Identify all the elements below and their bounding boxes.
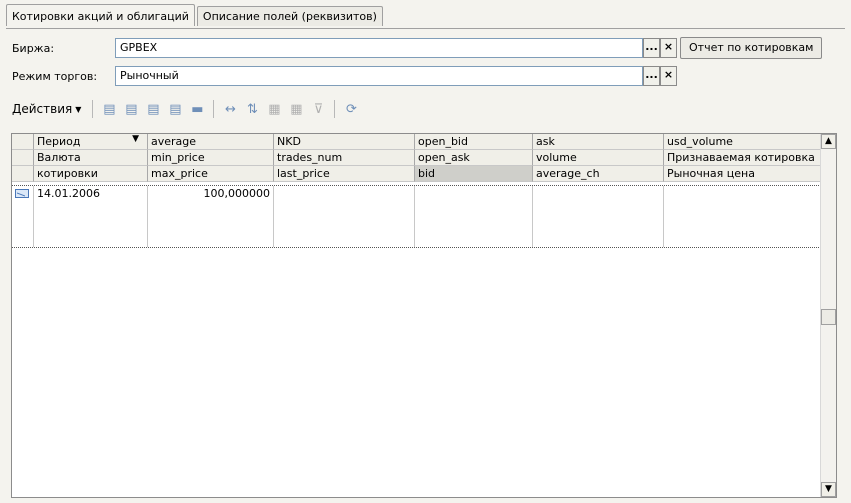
fit-width-icon[interactable]: ↔ bbox=[221, 100, 239, 118]
table-row[interactable]: 14.01.2006 100,000000 bbox=[12, 185, 823, 248]
column-header[interactable]: last_price bbox=[274, 166, 415, 182]
table-header-row: Период ▼ average NKD open_bid ask usd_vol… bbox=[12, 134, 823, 150]
scroll-down-icon[interactable]: ▼ bbox=[821, 482, 836, 497]
quotes-report-button[interactable]: Отчет по котировкам bbox=[680, 37, 823, 59]
dropdown-arrow-icon: ▼ bbox=[75, 104, 82, 114]
table-header-row: котировки max_price last_price bid avera… bbox=[12, 166, 823, 182]
sort-down-icon: ▼ bbox=[132, 134, 139, 144]
column-header[interactable]: open_bid bbox=[415, 134, 533, 150]
column-header[interactable]: trades_num bbox=[274, 150, 415, 166]
edit-row-icon[interactable]: ▤ bbox=[144, 100, 162, 118]
column-header[interactable]: Признаваемая котировка bbox=[664, 150, 823, 166]
cell-nkd[interactable] bbox=[274, 186, 415, 247]
trading-mode-clear-button[interactable]: × bbox=[660, 66, 677, 86]
filter-by-value-icon[interactable]: ▦ bbox=[287, 100, 305, 118]
actions-menu-button[interactable]: Действия ▼ bbox=[12, 102, 81, 116]
trading-mode-field[interactable]: Рыночный bbox=[115, 66, 643, 86]
toolbar-separator bbox=[92, 100, 94, 118]
column-header[interactable]: котировки bbox=[34, 166, 148, 182]
scroll-up-icon[interactable]: ▲ bbox=[821, 134, 836, 149]
toolbar-separator bbox=[334, 100, 336, 118]
column-header[interactable]: volume bbox=[533, 150, 664, 166]
column-header[interactable]: Валюта bbox=[34, 150, 148, 166]
column-header[interactable]: Период ▼ bbox=[34, 134, 148, 150]
column-header[interactable]: max_price bbox=[148, 166, 274, 182]
column-header[interactable]: usd_volume bbox=[664, 134, 823, 150]
column-header[interactable]: NKD bbox=[274, 134, 415, 150]
cell-usd-volume[interactable] bbox=[664, 186, 823, 247]
quotes-table[interactable]: Период ▼ average NKD open_bid ask usd_vol… bbox=[11, 133, 837, 498]
row-marker bbox=[12, 186, 34, 247]
column-header[interactable]: min_price bbox=[148, 150, 274, 166]
exchange-clear-button[interactable]: × bbox=[660, 38, 677, 58]
header-gutter bbox=[12, 134, 34, 150]
end-edit-icon[interactable]: ▬ bbox=[188, 100, 206, 118]
clear-filter-icon[interactable]: ⊽ bbox=[309, 100, 327, 118]
cell-open-bid[interactable] bbox=[415, 186, 533, 247]
table-header-row: Валюта min_price trades_num open_ask vol… bbox=[12, 150, 823, 166]
delete-row-icon[interactable]: ▤ bbox=[166, 100, 184, 118]
column-header[interactable]: Рыночная цена bbox=[664, 166, 823, 182]
add-row-icon[interactable]: ▤ bbox=[100, 100, 118, 118]
exchange-select-button[interactable]: ... bbox=[643, 38, 660, 58]
sort-icon[interactable]: ⇅ bbox=[243, 100, 261, 118]
tab-bar: Котировки акций и облигаций Описание пол… bbox=[6, 4, 385, 28]
actions-label: Действия bbox=[12, 102, 73, 116]
header-gutter bbox=[12, 166, 34, 182]
trading-mode-label: Режим торгов: bbox=[12, 70, 98, 83]
filter-icon[interactable]: ▦ bbox=[265, 100, 283, 118]
cell-ask[interactable] bbox=[533, 186, 664, 247]
scroll-thumb[interactable] bbox=[821, 309, 836, 325]
toolbar-separator bbox=[213, 100, 215, 118]
tab-divider bbox=[6, 28, 845, 29]
column-header[interactable]: average bbox=[148, 134, 274, 150]
cell-period[interactable]: 14.01.2006 bbox=[34, 186, 148, 247]
exchange-label: Биржа: bbox=[12, 42, 55, 55]
trading-mode-select-button[interactable]: ... bbox=[643, 66, 660, 86]
copy-row-icon[interactable]: ▤ bbox=[122, 100, 140, 118]
refresh-icon[interactable]: ⟳ bbox=[342, 100, 360, 118]
record-icon bbox=[15, 189, 29, 198]
column-header[interactable]: average_ch bbox=[533, 166, 664, 182]
column-header[interactable]: open_ask bbox=[415, 150, 533, 166]
toolbar: Действия ▼ ▤ ▤ ▤ ▤ ▬ ↔ ⇅ ▦ ▦ ⊽ ⟳ bbox=[12, 96, 362, 122]
column-header[interactable]: ask bbox=[533, 134, 664, 150]
column-header[interactable]: bid bbox=[415, 166, 533, 182]
header-gutter bbox=[12, 150, 34, 166]
vertical-scrollbar[interactable]: ▲ ▼ bbox=[820, 134, 836, 497]
tab-quotes[interactable]: Котировки акций и облигаций bbox=[6, 4, 195, 26]
cell-average[interactable]: 100,000000 bbox=[148, 186, 274, 247]
tab-field-description[interactable]: Описание полей (реквизитов) bbox=[196, 6, 383, 26]
exchange-field[interactable]: GPBEX bbox=[115, 38, 643, 58]
